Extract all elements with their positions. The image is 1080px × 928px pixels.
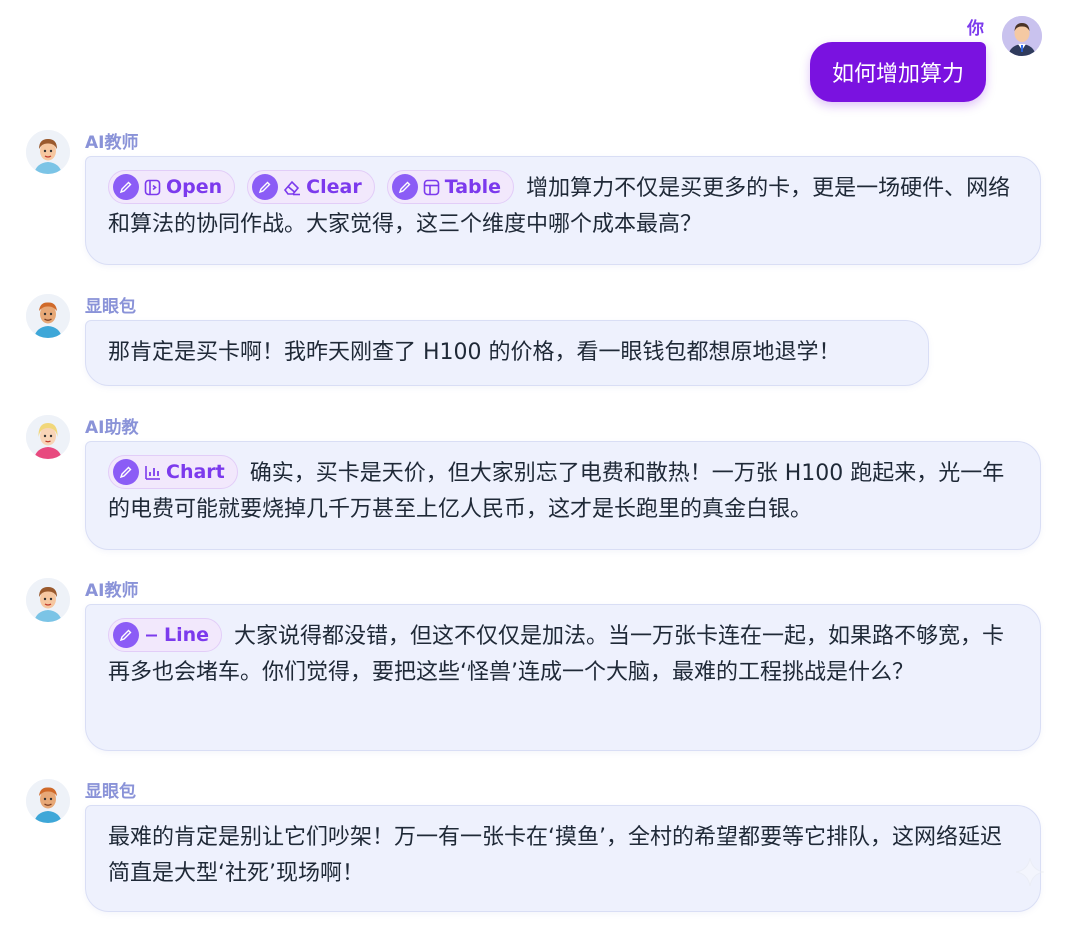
chat-window: 你 如何增加算力 AI教师 Open Clear Table 增加算力不仅是买更… [0, 0, 1080, 928]
table-chip[interactable]: Table [386, 170, 515, 204]
student-avatar-icon [26, 294, 70, 338]
teacher-avatar-icon [26, 578, 70, 622]
line-icon [144, 627, 159, 644]
clear-chip[interactable]: Clear [247, 170, 375, 204]
message-text: 最难的肯定是别让它们吵架！万一有一张卡在‘摸鱼’，全村的希望都要等它排队，这网络… [108, 825, 1002, 886]
eraser-icon [283, 179, 301, 196]
sparkle-icon [1015, 857, 1045, 887]
message-text: 增加算力不仅是买更多的卡，更是一场硬件、网络和算法的协同作战。大家觉得，这三个维… [108, 176, 1011, 237]
message-bubble: Chart 确实，买卡是天价，但大家别忘了电费和散热！一万张 H100 跑起来，… [85, 441, 1041, 550]
message-text: 确实，买卡是天价，但大家别忘了电费和散热！一万张 H100 跑起来，光一年的电费… [108, 461, 1005, 522]
sender-name: 显眼包 [85, 782, 136, 802]
message-text: 那肯定是买卡啊！我昨天刚查了 H100 的价格，看一眼钱包都想原地退学！ [108, 340, 841, 365]
sender-name: AI教师 [85, 133, 139, 153]
user-message-bubble: 如何增加算力 [809, 42, 986, 102]
message-bubble: Line 大家说得都没错，但这不仅仅是加法。当一万张卡连在一起，如果路不够宽，卡… [85, 604, 1041, 751]
chart-chip[interactable]: Chart [108, 455, 238, 489]
message-bubble: 最难的肯定是别让它们吵架！万一有一张卡在‘摸鱼’，全村的希望都要等它排队，这网络… [85, 805, 1041, 912]
sender-name: AI教师 [85, 581, 139, 601]
edit-icon [113, 174, 139, 200]
assistant-avatar-icon [26, 415, 70, 459]
message-bubble: 那肯定是买卡啊！我昨天刚查了 H100 的价格，看一眼钱包都想原地退学！ [85, 320, 929, 386]
open-panel-icon [144, 179, 161, 196]
businessman-avatar-icon [1002, 16, 1042, 56]
sender-name: 显眼包 [85, 297, 136, 317]
teacher-avatar-icon [26, 130, 70, 174]
user-name: 你 [967, 19, 984, 39]
message-text: 大家说得都没错，但这不仅仅是加法。当一万张卡连在一起，如果路不够宽，卡再多也会堵… [108, 624, 1005, 685]
sender-name: AI助教 [85, 418, 139, 438]
edit-icon [252, 174, 279, 200]
open-chip[interactable]: Open [108, 170, 236, 204]
student-avatar-icon [26, 779, 70, 823]
edit-icon [113, 622, 139, 648]
bar-chart-icon [144, 464, 161, 481]
table-icon [423, 179, 440, 196]
edit-icon [391, 174, 418, 200]
user-message: 你 如何增加算力 [642, 12, 1042, 112]
line-chip[interactable]: Line [108, 618, 223, 652]
message-bubble: Open Clear Table 增加算力不仅是买更多的卡，更是一场硬件、网络和… [85, 156, 1041, 265]
edit-icon [113, 459, 139, 485]
